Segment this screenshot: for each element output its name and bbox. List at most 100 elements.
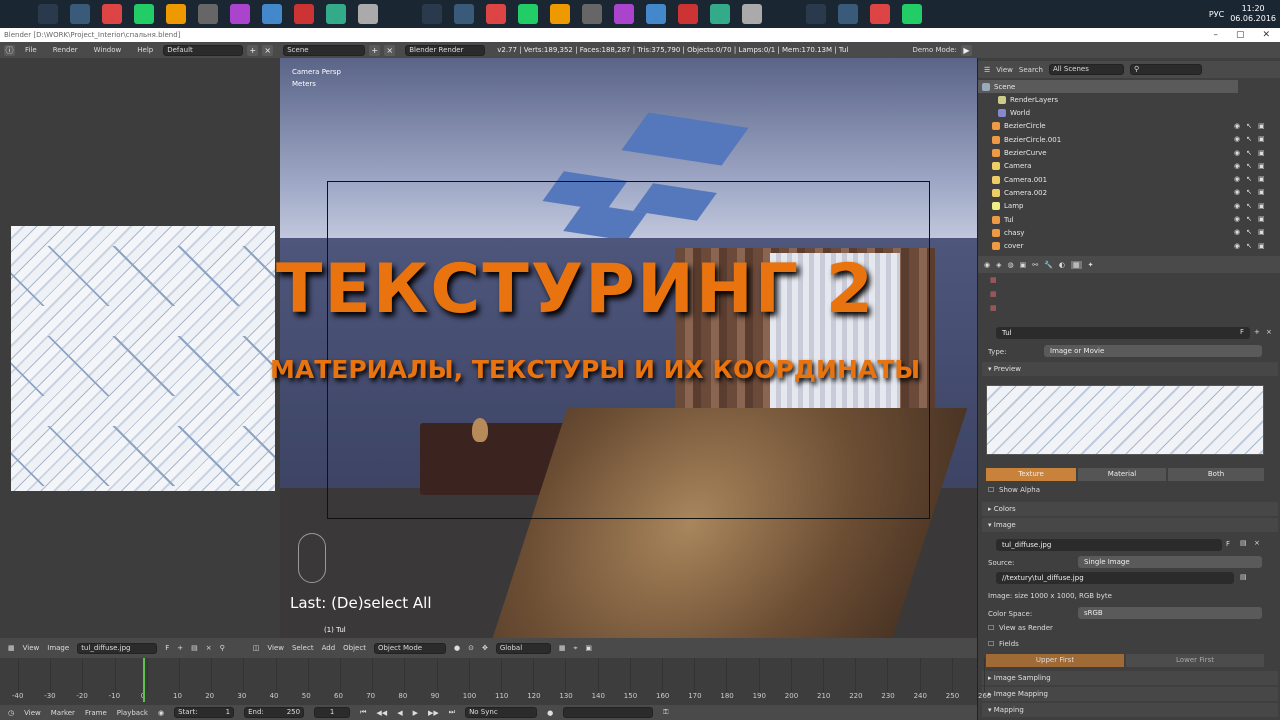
- uv-open-image-icon[interactable]: ▤: [191, 644, 198, 652]
- outliner-item[interactable]: cover: [978, 240, 1238, 253]
- image-panel-header[interactable]: ▾ Image: [982, 518, 1278, 532]
- tools-icon[interactable]: [486, 4, 506, 24]
- cursor-icon[interactable]: ↖: [1246, 202, 1252, 210]
- 3d-menu-view[interactable]: View: [267, 644, 284, 652]
- texture-slot-icon[interactable]: ▦: [990, 276, 997, 284]
- outliner-item[interactable]: RenderLayers: [978, 93, 1238, 106]
- timeline-menu-marker[interactable]: Marker: [51, 709, 75, 717]
- outliner-item[interactable]: Camera: [978, 160, 1238, 173]
- playhead[interactable]: [143, 658, 145, 702]
- manipulator-icon[interactable]: ✥: [482, 644, 488, 652]
- add-layout-icon[interactable]: +: [247, 44, 259, 56]
- 3d-editor-type-icon[interactable]: ◫: [253, 644, 260, 652]
- 3d-viewport[interactable]: Camera Persp Meters Last: (De)select All…: [280, 58, 977, 638]
- camera-icon[interactable]: ▣: [1258, 162, 1265, 170]
- keying-set-field[interactable]: [563, 707, 654, 718]
- render-preview-icon[interactable]: ▣: [585, 644, 592, 652]
- outliner-item[interactable]: BezierCurve: [978, 147, 1238, 160]
- layout-selector[interactable]: Default: [163, 44, 244, 56]
- texture-slot-icon[interactable]: ▦: [990, 290, 997, 298]
- world-tab-icon[interactable]: ◍: [1008, 261, 1014, 269]
- transform-orientation-select[interactable]: Global: [495, 642, 551, 654]
- remove-texture-icon[interactable]: ×: [1266, 328, 1272, 336]
- uv-pin-icon[interactable]: ⚲: [220, 644, 225, 652]
- uv-fake-user-button[interactable]: F: [165, 644, 169, 652]
- autokey-icon[interactable]: ●: [547, 709, 553, 717]
- image-source-select[interactable]: Single Image: [1078, 556, 1262, 568]
- render-engine-selector[interactable]: Blender Render: [405, 44, 486, 56]
- 3d-menu-select[interactable]: Select: [292, 644, 314, 652]
- shield-icon[interactable]: [70, 4, 90, 24]
- uv-unlink-icon[interactable]: ×: [206, 644, 212, 652]
- steam-icon[interactable]: [134, 4, 154, 24]
- image-mapping-panel-header[interactable]: ▸ Image Mapping: [982, 687, 1278, 701]
- camera-icon[interactable]: ▣: [1258, 242, 1265, 250]
- timeline-menu-playback[interactable]: Playback: [117, 709, 148, 717]
- color-space-select[interactable]: sRGB: [1078, 607, 1262, 619]
- image-fake-user-button[interactable]: F: [1226, 540, 1230, 548]
- au-icon[interactable]: [678, 4, 698, 24]
- viber-icon[interactable]: [646, 4, 666, 24]
- cursor-icon[interactable]: ↖: [1246, 135, 1252, 143]
- outliner-item[interactable]: Tul: [978, 213, 1238, 226]
- sync-mode-select[interactable]: No Sync: [465, 707, 538, 718]
- uv-menu-view[interactable]: View: [23, 644, 40, 652]
- timeline-editor-icon[interactable]: ◷: [8, 709, 14, 717]
- vivaldi-icon[interactable]: [230, 4, 250, 24]
- jump-end-icon[interactable]: ⏭: [449, 708, 455, 717]
- texture-type-select[interactable]: Image or Movie: [1044, 345, 1262, 357]
- clock[interactable]: 11:20 06.06.2016: [1230, 4, 1276, 24]
- outliner-item[interactable]: Lamp: [978, 200, 1238, 213]
- remove-layout-icon[interactable]: ×: [262, 44, 274, 56]
- ae-icon[interactable]: [582, 4, 602, 24]
- layers-icon[interactable]: ▦: [559, 644, 566, 652]
- outliner-item[interactable]: Camera.001: [978, 173, 1238, 186]
- timeline-menu-view[interactable]: View: [24, 709, 41, 717]
- camera-icon[interactable]: ▣: [1258, 149, 1265, 157]
- eye-icon[interactable]: ◉: [1234, 228, 1240, 236]
- language-indicator[interactable]: РУС: [1209, 10, 1224, 19]
- camera-icon[interactable]: ▣: [1258, 215, 1265, 223]
- snap-icon[interactable]: ⌖: [573, 644, 577, 653]
- show-alpha-checkbox[interactable]: ☐: [988, 486, 994, 494]
- interaction-mode-select[interactable]: Object Mode: [373, 642, 446, 654]
- mapping-panel-header[interactable]: ▾ Mapping: [982, 703, 1278, 717]
- add-scene-icon[interactable]: +: [369, 44, 381, 56]
- end-frame-field[interactable]: End: 250: [244, 707, 305, 718]
- shading-icon[interactable]: ●: [454, 644, 460, 652]
- scene-selector[interactable]: Scene: [283, 44, 366, 56]
- eye-icon[interactable]: ◉: [1234, 149, 1240, 157]
- prev-key-icon[interactable]: ◀◀: [376, 709, 387, 717]
- jump-start-icon[interactable]: ⏮: [360, 708, 366, 717]
- uv-new-image-icon[interactable]: +: [177, 644, 183, 652]
- eye-icon[interactable]: ◉: [1234, 175, 1240, 183]
- preview-texture-tab[interactable]: Texture: [986, 468, 1076, 481]
- eye-icon[interactable]: ◉: [1234, 135, 1240, 143]
- record-icon[interactable]: ◉: [158, 709, 164, 717]
- outliner-item[interactable]: World: [978, 107, 1238, 120]
- texture-slot-icon[interactable]: ▦: [990, 304, 997, 312]
- camera-icon[interactable]: ▣: [1258, 202, 1265, 210]
- photos-icon[interactable]: [262, 4, 282, 24]
- fake-user-button[interactable]: F: [1240, 328, 1244, 336]
- upper-first-toggle[interactable]: Upper First: [986, 654, 1124, 667]
- outliner-search-input[interactable]: ⚲: [1129, 64, 1202, 75]
- scene-tab-icon[interactable]: ◈: [996, 261, 1001, 269]
- preview-both-tab[interactable]: Both: [1168, 468, 1264, 481]
- pivot-icon[interactable]: ⊙: [468, 644, 474, 652]
- ram-icon[interactable]: [550, 4, 570, 24]
- play-icon[interactable]: ▶: [960, 44, 972, 56]
- image-icon[interactable]: [870, 4, 890, 24]
- open-image-icon[interactable]: ▤: [1240, 539, 1247, 547]
- physics-tab-icon[interactable]: ✦: [1088, 261, 1094, 269]
- image-name-field[interactable]: tul_diffuse.jpg: [996, 539, 1222, 551]
- skype-icon[interactable]: [806, 4, 826, 24]
- outliner-item[interactable]: BezierCircle.001: [978, 133, 1238, 146]
- outliner-display-mode[interactable]: All Scenes: [1048, 64, 1124, 75]
- info-editor-icon[interactable]: ⓘ: [4, 44, 15, 56]
- current-frame-field[interactable]: 1: [314, 707, 351, 718]
- eye-icon[interactable]: ◉: [1234, 215, 1240, 223]
- 3d-menu-add[interactable]: Add: [322, 644, 336, 652]
- texture-tab-icon[interactable]: ▦: [1070, 260, 1082, 269]
- play-reverse-icon[interactable]: ◀: [397, 709, 402, 717]
